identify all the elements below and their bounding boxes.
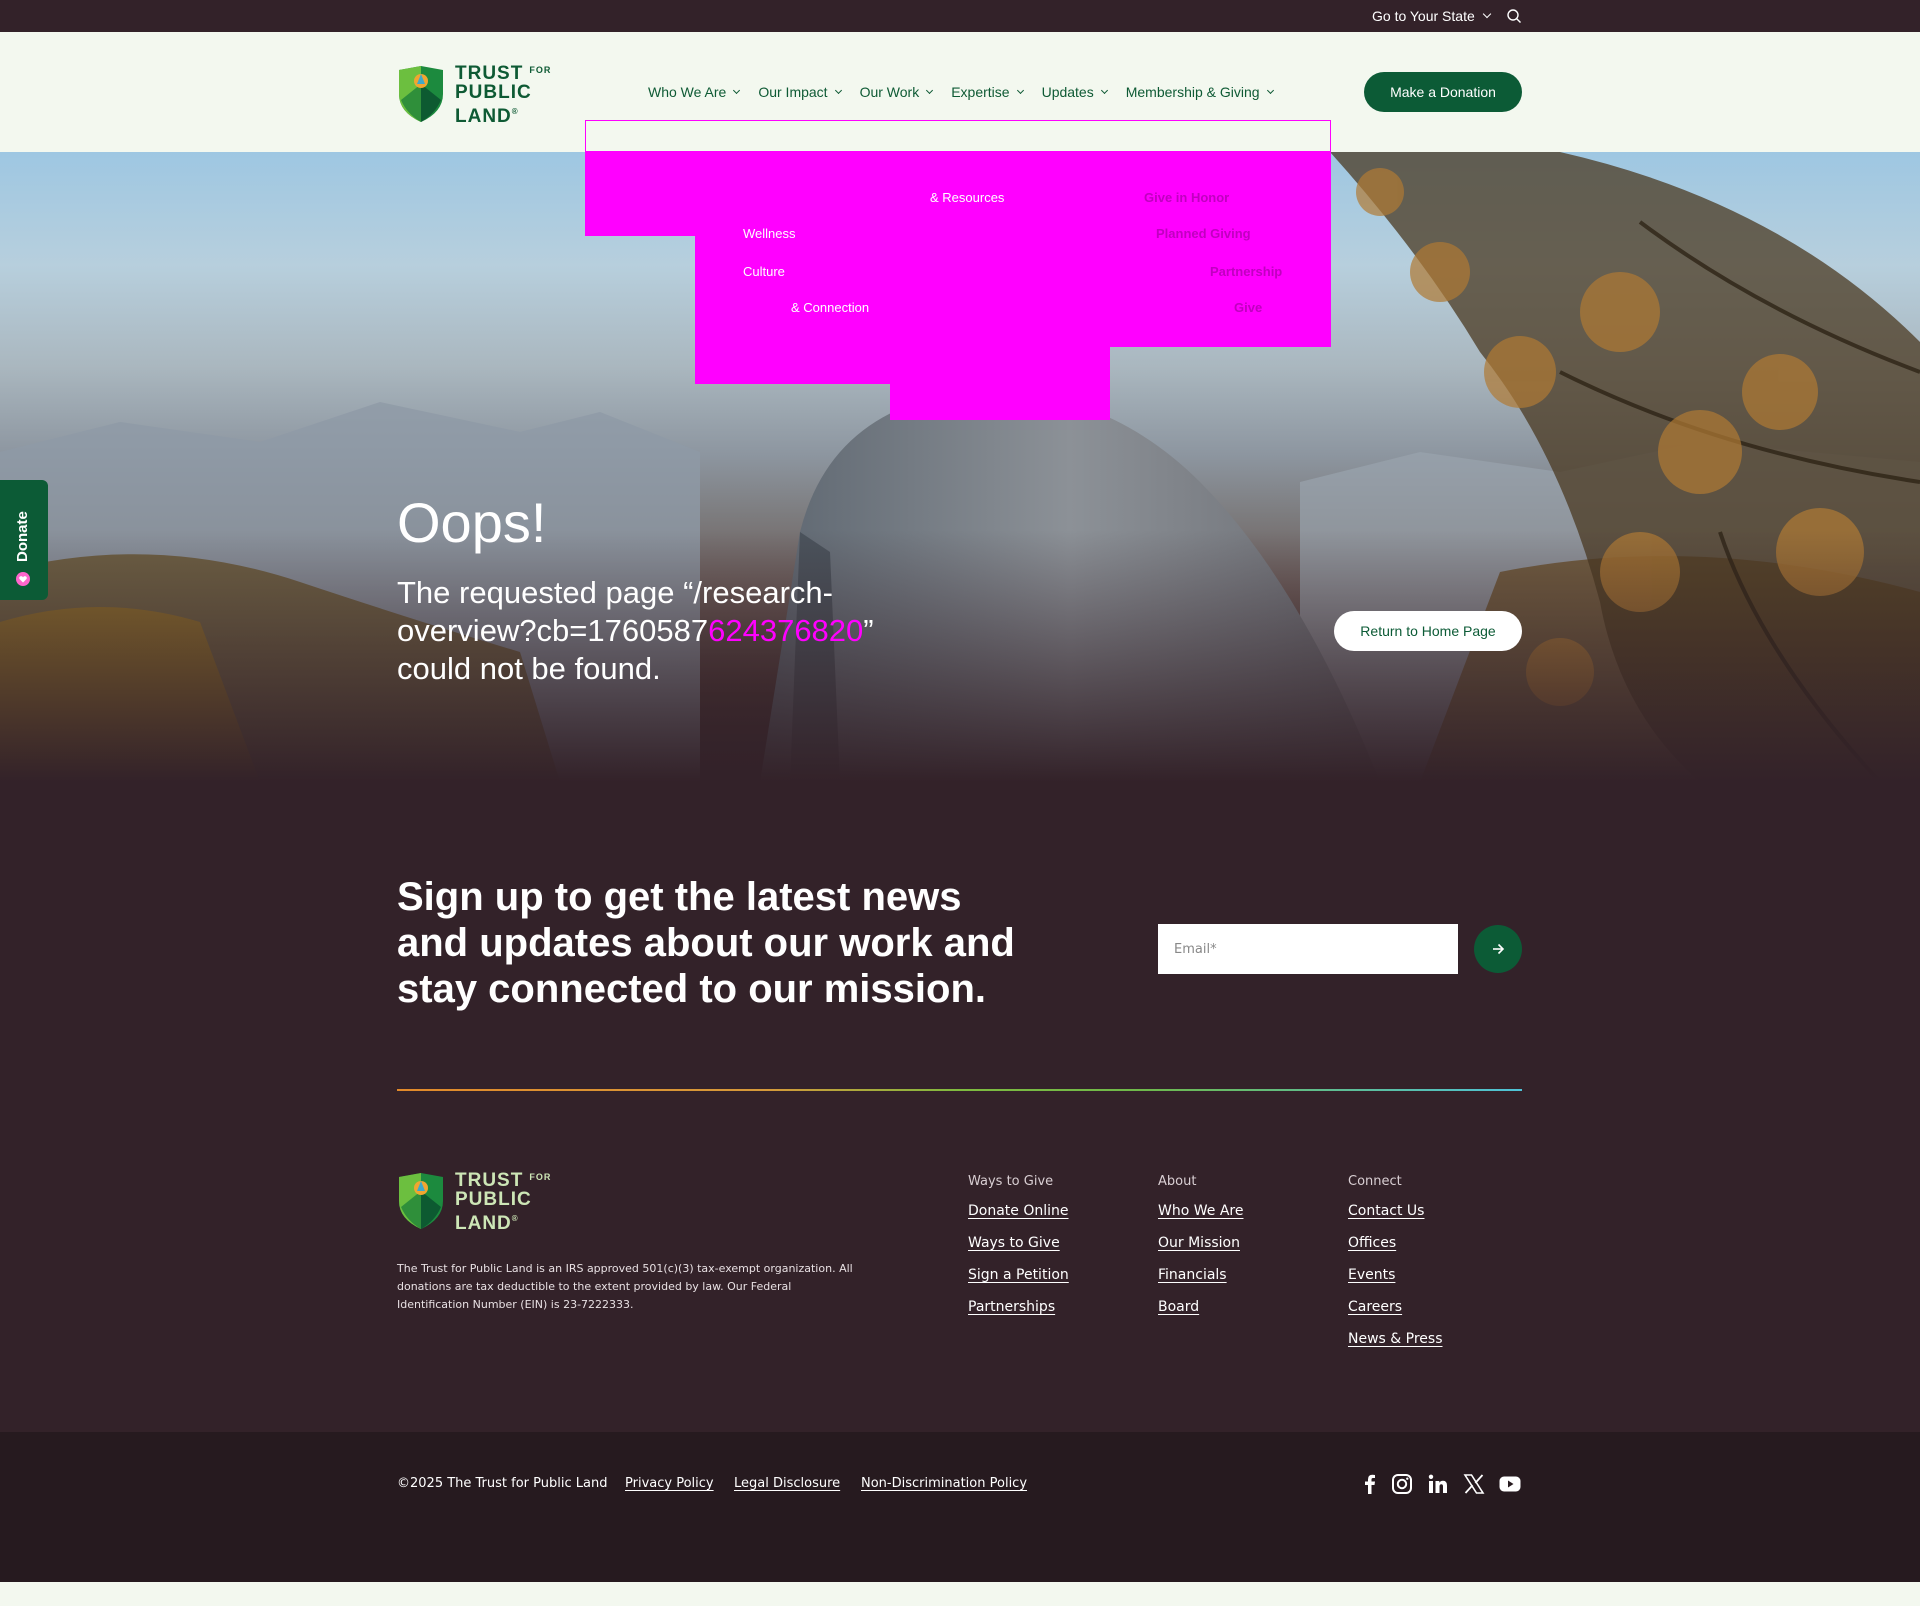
chevron-down-icon <box>1266 86 1274 94</box>
nav-our-impact[interactable]: Our Impact <box>758 84 842 100</box>
utility-bar: Go to Your State <box>0 0 1920 32</box>
newsletter-submit-button[interactable] <box>1474 925 1522 973</box>
dropdown-panel-membership: Give in Honor Planned Giving Partnership… <box>1110 152 1331 347</box>
dropdown-panel-our-work: & Resources <box>890 152 1110 420</box>
chevron-down-icon <box>1016 86 1024 94</box>
logo-mark-icon <box>399 66 443 122</box>
footer-link-events[interactable]: Events <box>1348 1267 1443 1285</box>
legal-disclosure-link[interactable]: Legal Disclosure <box>734 1476 840 1491</box>
non-discrimination-link[interactable]: Non-Discrimination Policy <box>861 1476 1027 1491</box>
footer-column-heading: Ways to Give <box>968 1174 1054 1189</box>
dropdown-outline <box>585 120 1331 152</box>
footer-link-our-mission[interactable]: Our Mission <box>1158 1235 1243 1253</box>
footer-link-contact-us[interactable]: Contact Us <box>1348 1203 1443 1221</box>
site-logo[interactable]: TRUST FOR PUBLIC LAND® <box>397 62 567 127</box>
linkedin-icon[interactable] <box>1426 1472 1450 1496</box>
youtube-icon[interactable] <box>1498 1472 1522 1496</box>
chevron-down-icon <box>926 86 934 94</box>
dropdown-panel-who-we-are <box>585 152 695 236</box>
dropdown-item[interactable]: Wellness <box>743 226 796 241</box>
logo-wordmark: TRUST FOR PUBLIC LAND® <box>455 62 552 127</box>
dropdown-item[interactable]: Partnership <box>1210 264 1282 279</box>
nav-who-we-are[interactable]: Who We Are <box>648 84 741 100</box>
footer-link-ways-to-give[interactable]: Ways to Give <box>968 1235 1069 1253</box>
footer-link-partnerships[interactable]: Partnerships <box>968 1299 1069 1317</box>
search-icon[interactable] <box>1506 8 1522 24</box>
privacy-policy-link[interactable]: Privacy Policy <box>625 1476 714 1491</box>
dropdown-item[interactable]: & Connection <box>791 300 869 315</box>
footer-column-heading: About <box>1158 1174 1197 1189</box>
footer-logo-wordmark: TRUST FOR PUBLIC LAND® <box>455 1169 552 1234</box>
nav-label: Expertise <box>951 84 1010 100</box>
footer-link-board[interactable]: Board <box>1158 1299 1243 1317</box>
error-message-glitch-2: 76820 <box>777 613 864 648</box>
nav-expertise[interactable]: Expertise <box>951 84 1024 100</box>
nav-membership-giving[interactable]: Membership & Giving <box>1125 84 1274 100</box>
dropdown-item[interactable]: Culture <box>743 264 785 279</box>
chevron-down-icon <box>1100 86 1108 94</box>
footer-link-sign-petition[interactable]: Sign a Petition <box>968 1267 1069 1285</box>
footer-column-connect: Connect Contact Us Offices Events Career… <box>1348 1174 1443 1363</box>
email-input[interactable] <box>1158 924 1458 974</box>
go-to-your-state-link[interactable]: Go to Your State <box>1372 8 1491 24</box>
side-donate-label: Donate <box>14 511 31 562</box>
footer-logo[interactable]: TRUST FOR PUBLIC LAND® <box>397 1169 567 1234</box>
side-donate-tab[interactable]: Donate <box>0 480 48 600</box>
main-nav: Who We Are Our Impact Our Work Expertise… <box>648 84 1292 100</box>
newsletter-footer-section: Sign up to get the latest news and updat… <box>0 782 1920 1432</box>
nav-our-work[interactable]: Our Work <box>859 84 934 100</box>
rainbow-divider <box>397 1089 1522 1091</box>
dropdown-item[interactable]: Give in Honor <box>1144 190 1229 205</box>
error-message-tail: 7 <box>690 613 709 648</box>
error-message-glitch: 6243 <box>708 613 778 648</box>
instagram-icon[interactable] <box>1390 1472 1414 1496</box>
dropdown-item[interactable]: Give <box>1234 300 1262 315</box>
footer-column-ways-to-give: Ways to Give Donate Online Ways to Give … <box>968 1174 1069 1331</box>
make-a-donation-button[interactable]: Make a Donation <box>1364 72 1522 112</box>
bottom-bar: ©2025 The Trust for Public Land Privacy … <box>0 1432 1920 1582</box>
heart-icon <box>16 572 30 586</box>
footer-link-careers[interactable]: Careers <box>1348 1299 1443 1317</box>
dropdown-panel-our-impact: Wellness Culture & Connection <box>695 152 890 384</box>
dropdown-item[interactable]: Planned Giving <box>1156 226 1251 241</box>
newsletter-title: Sign up to get the latest news and updat… <box>397 875 1015 1011</box>
nav-label: Updates <box>1041 84 1094 100</box>
dropdown-item[interactable]: & Resources <box>930 190 1004 205</box>
footer-link-donate-online[interactable]: Donate Online <box>968 1203 1069 1221</box>
nav-label: Our Work <box>859 84 920 100</box>
nav-label: Our Impact <box>758 84 828 100</box>
nav-label: Who We Are <box>648 84 727 100</box>
footer-legal-text: The Trust for Public Land is an IRS appr… <box>397 1262 853 1311</box>
footer-link-news-press[interactable]: News & Press <box>1348 1331 1443 1349</box>
chevron-down-icon <box>1482 9 1491 19</box>
facebook-icon[interactable] <box>1358 1472 1382 1496</box>
logo-mark-icon <box>399 1173 443 1229</box>
footer-link-offices[interactable]: Offices <box>1348 1235 1443 1253</box>
footer-link-financials[interactable]: Financials <box>1158 1267 1243 1285</box>
state-link-label: Go to Your State <box>1372 8 1475 24</box>
error-title: Oops! <box>397 491 547 554</box>
chevron-down-icon <box>834 86 842 94</box>
footer-link-who-we-are[interactable]: Who We Are <box>1158 1203 1243 1221</box>
arrow-right-icon <box>1493 943 1505 955</box>
copyright-text: ©2025 The Trust for Public Land <box>397 1476 608 1491</box>
nav-updates[interactable]: Updates <box>1041 84 1108 100</box>
error-message: The requested page “/research-overview?c… <box>397 574 917 688</box>
chevron-down-icon <box>733 86 741 94</box>
footer-column-heading: Connect <box>1348 1174 1402 1189</box>
nav-label: Membership & Giving <box>1125 84 1260 100</box>
x-icon[interactable] <box>1462 1472 1486 1496</box>
footer-column-about: About Who We Are Our Mission Financials … <box>1158 1174 1243 1331</box>
return-home-button[interactable]: Return to Home Page <box>1334 611 1522 651</box>
